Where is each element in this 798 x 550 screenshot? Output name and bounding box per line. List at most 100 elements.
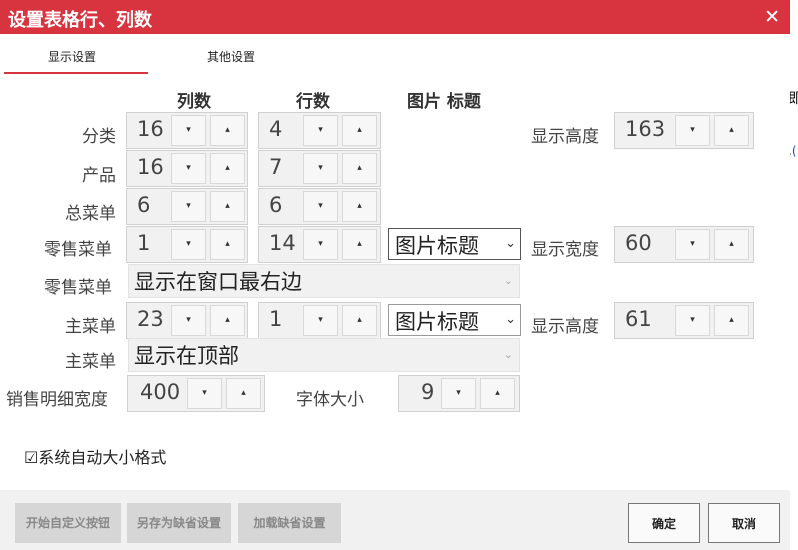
stepper-value[interactable]: 16 xyxy=(137,117,164,141)
stepper-value[interactable]: 6 xyxy=(137,193,150,217)
start-custom-buttons-button[interactable]: 开始自定义按钮 xyxy=(15,503,121,543)
select-value[interactable]: 图片标题 xyxy=(395,230,479,260)
increment-button[interactable]: ▴ xyxy=(342,153,377,184)
display-height-stepper[interactable]: 163 ▾ ▴ xyxy=(614,112,754,149)
increment-button[interactable]: ▴ xyxy=(210,229,245,260)
main-menu-label: 主菜单 xyxy=(65,317,116,337)
select-value[interactable]: 显示在顶部 xyxy=(134,340,239,370)
chevron-down-icon[interactable]: ⌄ xyxy=(505,312,516,327)
stepper-value[interactable]: 60 xyxy=(625,231,652,255)
save-as-default-button[interactable]: 另存为缺省设置 xyxy=(127,503,231,543)
chevron-down-icon[interactable]: ⌄ xyxy=(504,348,513,361)
background-window-edge xyxy=(790,0,798,550)
stepper-value[interactable]: 16 xyxy=(137,155,164,179)
main-menu-position-select[interactable]: 显示在顶部 ⌄ xyxy=(128,338,520,372)
tab-other-settings[interactable]: 其他设置 xyxy=(207,48,255,65)
decrement-button[interactable]: ▾ xyxy=(303,115,338,146)
category-cols-stepper[interactable]: 16 ▾ ▴ xyxy=(126,112,248,149)
increment-button[interactable]: ▴ xyxy=(210,191,245,222)
chevron-down-icon[interactable]: ⌄ xyxy=(505,236,516,251)
picture-title-header: 图片 标题 xyxy=(407,92,481,112)
product-rows-stepper[interactable]: 7 ▾ ▴ xyxy=(258,150,381,187)
retail-menu-picture-select[interactable]: 图片标题 ⌄ xyxy=(388,228,521,260)
font-size-stepper[interactable]: 9 ▾ ▴ xyxy=(398,375,520,412)
settings-form: 列数 行数 图片 标题 分类 16 ▾ ▴ 4 ▾ ▴ 显示高度 163 ▾ ▴… xyxy=(0,74,790,490)
main-menu-rows-stepper[interactable]: 1 ▾ ▴ xyxy=(258,302,381,339)
stepper-value[interactable]: 7 xyxy=(269,155,282,179)
decrement-button[interactable]: ▾ xyxy=(171,305,206,336)
decrement-button[interactable]: ▾ xyxy=(303,305,338,336)
tab-display-settings[interactable]: 显示设置 xyxy=(48,48,96,65)
display-width-stepper[interactable]: 60 ▾ ▴ xyxy=(614,226,754,263)
increment-button[interactable]: ▴ xyxy=(226,378,261,409)
stepper-value[interactable]: 9 xyxy=(421,380,434,404)
increment-button[interactable]: ▴ xyxy=(714,229,749,260)
checkbox-checked-icon[interactable]: ☑ xyxy=(24,448,38,467)
retail-menu-position-label: 零售菜单 xyxy=(44,278,112,298)
decrement-button[interactable]: ▾ xyxy=(187,378,222,409)
main-menu-position-label: 主菜单 xyxy=(65,352,116,372)
tab-bar: 显示设置 其他设置 xyxy=(0,34,790,74)
increment-button[interactable]: ▴ xyxy=(714,305,749,336)
master-menu-rows-stepper[interactable]: 6 ▾ ▴ xyxy=(258,188,381,225)
decrement-button[interactable]: ▾ xyxy=(171,153,206,184)
display-height-stepper-2[interactable]: 61 ▾ ▴ xyxy=(614,302,754,339)
auto-format-label: 系统自动大小格式 xyxy=(38,448,167,467)
decrement-button[interactable]: ▾ xyxy=(675,305,710,336)
stepper-value[interactable]: 6 xyxy=(269,193,282,217)
increment-button[interactable]: ▴ xyxy=(480,378,515,409)
decrement-button[interactable]: ▾ xyxy=(675,229,710,260)
retail-menu-label: 零售菜单 xyxy=(44,240,112,260)
chevron-down-icon[interactable]: ⌄ xyxy=(504,274,513,287)
decrement-button[interactable]: ▾ xyxy=(303,229,338,260)
font-size-label: 字体大小 xyxy=(296,390,364,410)
decrement-button[interactable]: ▾ xyxy=(441,378,476,409)
title-bar: 设置表格行、列数 ✕ xyxy=(0,0,790,34)
increment-button[interactable]: ▴ xyxy=(210,115,245,146)
increment-button[interactable]: ▴ xyxy=(342,115,377,146)
decrement-button[interactable]: ▾ xyxy=(171,115,206,146)
stepper-value[interactable]: 14 xyxy=(269,231,296,255)
retail-menu-rows-stepper[interactable]: 14 ▾ ▴ xyxy=(258,226,381,263)
category-rows-stepper[interactable]: 4 ▾ ▴ xyxy=(258,112,381,149)
stepper-value[interactable]: 61 xyxy=(625,307,652,331)
increment-button[interactable]: ▴ xyxy=(342,191,377,222)
footer-bar: 开始自定义按钮 另存为缺省设置 加载缺省设置 确定 取消 xyxy=(0,490,790,550)
increment-button[interactable]: ▴ xyxy=(210,305,245,336)
stepper-value[interactable]: 400 xyxy=(140,380,180,404)
window-title: 设置表格行、列数 xyxy=(8,10,152,31)
auto-format-checkbox[interactable]: ☑系统自动大小格式 xyxy=(24,444,166,468)
stepper-value[interactable]: 23 xyxy=(137,307,164,331)
master-menu-label: 总菜单 xyxy=(65,204,116,224)
stepper-value[interactable]: 4 xyxy=(269,117,282,141)
increment-button[interactable]: ▴ xyxy=(342,229,377,260)
rows-header: 行数 xyxy=(296,92,330,112)
close-icon[interactable]: ✕ xyxy=(764,6,780,28)
stepper-value[interactable]: 163 xyxy=(625,117,665,141)
decrement-button[interactable]: ▾ xyxy=(303,191,338,222)
main-menu-picture-select[interactable]: 图片标题 ⌄ xyxy=(388,304,521,336)
select-value[interactable]: 图片标题 xyxy=(395,306,479,336)
retail-menu-cols-stepper[interactable]: 1 ▾ ▴ xyxy=(126,226,248,263)
increment-button[interactable]: ▴ xyxy=(714,115,749,146)
cancel-button[interactable]: 取消 xyxy=(708,503,780,543)
columns-header: 列数 xyxy=(177,92,211,112)
increment-button[interactable]: ▴ xyxy=(342,305,377,336)
decrement-button[interactable]: ▾ xyxy=(303,153,338,184)
product-cols-stepper[interactable]: 16 ▾ ▴ xyxy=(126,150,248,187)
stepper-value[interactable]: 1 xyxy=(137,231,150,255)
main-menu-cols-stepper[interactable]: 23 ▾ ▴ xyxy=(126,302,248,339)
product-label: 产品 xyxy=(82,166,116,186)
decrement-button[interactable]: ▾ xyxy=(171,229,206,260)
load-default-button[interactable]: 加载缺省设置 xyxy=(238,503,341,543)
display-height-label: 显示高度 xyxy=(531,127,599,147)
master-menu-cols-stepper[interactable]: 6 ▾ ▴ xyxy=(126,188,248,225)
sales-detail-width-stepper[interactable]: 400 ▾ ▴ xyxy=(127,375,265,412)
retail-menu-position-select[interactable]: 显示在窗口最右边 ⌄ xyxy=(128,264,520,298)
select-value[interactable]: 显示在窗口最右边 xyxy=(134,266,302,296)
ok-button[interactable]: 确定 xyxy=(628,503,700,543)
decrement-button[interactable]: ▾ xyxy=(171,191,206,222)
decrement-button[interactable]: ▾ xyxy=(675,115,710,146)
increment-button[interactable]: ▴ xyxy=(210,153,245,184)
stepper-value[interactable]: 1 xyxy=(269,307,282,331)
